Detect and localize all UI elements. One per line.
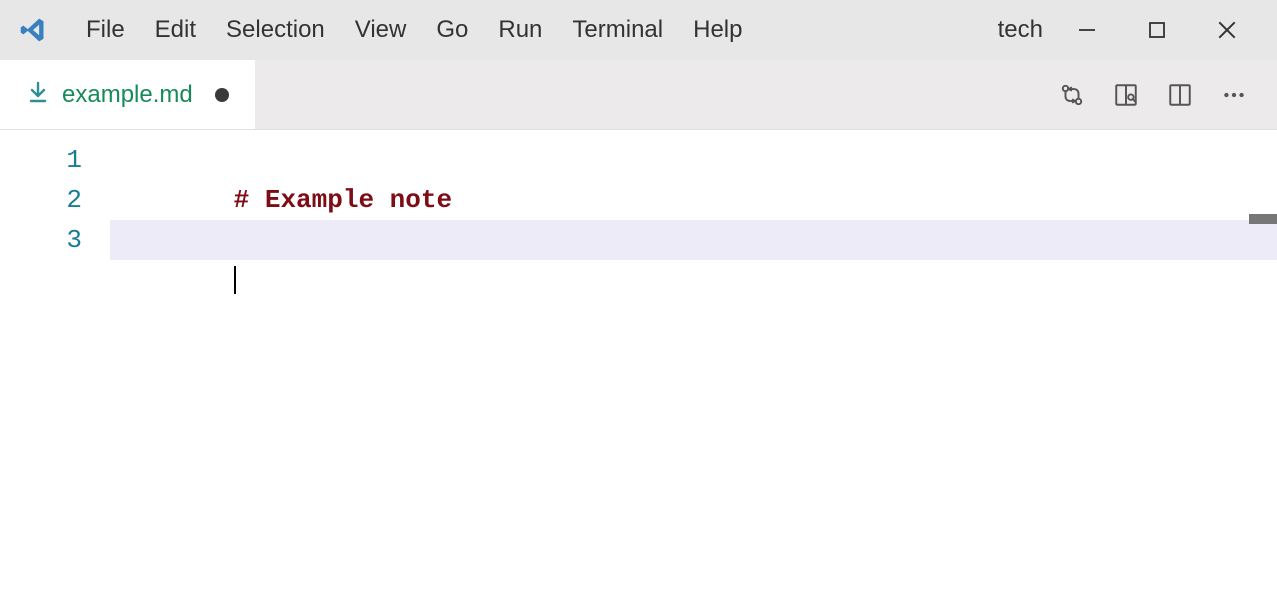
compare-changes-icon[interactable] bbox=[1057, 80, 1087, 110]
markdown-hash: # bbox=[234, 185, 250, 215]
unsaved-dot-icon bbox=[215, 88, 229, 102]
line-number: 1 bbox=[0, 140, 110, 180]
line-number-gutter: 1 2 3 bbox=[0, 130, 110, 605]
menu-run[interactable]: Run bbox=[484, 12, 556, 48]
title-bar: File Edit Selection View Go Run Terminal… bbox=[0, 0, 1277, 60]
split-editor-icon[interactable] bbox=[1165, 80, 1195, 110]
maximize-button[interactable] bbox=[1141, 14, 1173, 46]
menu-view[interactable]: View bbox=[341, 12, 421, 48]
menu-file[interactable]: File bbox=[72, 12, 139, 48]
code-line-1[interactable]: # Example note bbox=[110, 140, 1277, 180]
tab-bar: example.md bbox=[0, 60, 1277, 130]
menu-go[interactable]: Go bbox=[422, 12, 482, 48]
window-title: tech bbox=[998, 16, 1043, 44]
close-button[interactable] bbox=[1211, 14, 1243, 46]
editor-actions bbox=[1057, 80, 1259, 110]
text-cursor bbox=[234, 266, 236, 294]
open-preview-icon[interactable] bbox=[1111, 80, 1141, 110]
more-actions-icon[interactable] bbox=[1219, 80, 1249, 110]
menu-selection[interactable]: Selection bbox=[212, 12, 339, 48]
tab-example-md[interactable]: example.md bbox=[0, 60, 255, 129]
line-number: 2 bbox=[0, 180, 110, 220]
line-number: 3 bbox=[0, 220, 110, 260]
window-controls bbox=[1071, 14, 1267, 46]
editor-area[interactable]: 1 2 3 # Example note bbox=[0, 130, 1277, 605]
vscode-icon bbox=[18, 15, 48, 45]
tab-label: example.md bbox=[62, 81, 193, 109]
active-line-highlight bbox=[110, 220, 1277, 260]
menu-terminal[interactable]: Terminal bbox=[558, 12, 677, 48]
arrow-down-icon bbox=[28, 81, 48, 109]
code-content[interactable]: # Example note bbox=[110, 130, 1277, 605]
markdown-heading-text: Example note bbox=[249, 185, 452, 215]
menu-help[interactable]: Help bbox=[679, 12, 756, 48]
minimize-button[interactable] bbox=[1071, 14, 1103, 46]
minimap-viewport-icon[interactable] bbox=[1249, 214, 1277, 224]
menu-bar: File Edit Selection View Go Run Terminal… bbox=[72, 12, 756, 48]
menu-edit[interactable]: Edit bbox=[141, 12, 210, 48]
